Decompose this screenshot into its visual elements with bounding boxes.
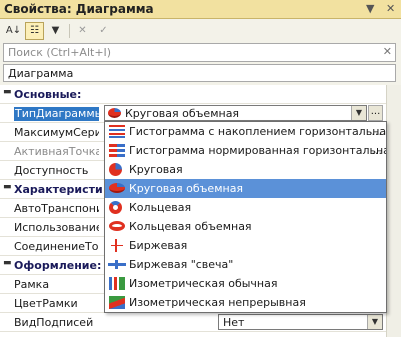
dropdown-item[interactable]: Изометрическая обычная: [105, 274, 386, 293]
ellipsis-button[interactable]: ...: [368, 105, 383, 121]
label-type-select[interactable]: Нет ▼: [218, 314, 383, 330]
group-categories-icon[interactable]: ☷: [25, 22, 44, 40]
property-label: ТипДиаграммы: [14, 107, 99, 121]
property-label: СоединениеТочек: [14, 240, 99, 253]
dropdown-item[interactable]: Круговая: [105, 160, 386, 179]
group-label: Характеристик: [14, 183, 102, 196]
doughnut-3d-chart-icon: [109, 221, 125, 231]
pie-chart-icon: [109, 163, 122, 176]
property-label: ВидПодписей: [14, 316, 94, 329]
clear-icon[interactable]: ✕: [73, 22, 92, 40]
stacked-bar-chart-icon: [109, 125, 125, 138]
apply-icon[interactable]: ✓: [94, 22, 113, 40]
dropdown-item-ellipsis: ...: [371, 144, 383, 157]
dropdown-item[interactable]: Изометрическая непрерывная: [105, 293, 386, 312]
chevron-down-icon[interactable]: ▼: [367, 315, 382, 329]
collapse-icon[interactable]: ▬: [3, 258, 12, 268]
chart-type-dropdown: Гистограмма с накоплением горизонтальная…: [104, 121, 387, 313]
dropdown-item-label: Кольцевая: [129, 201, 192, 214]
group-main[interactable]: ▬ Основные:: [0, 85, 401, 104]
dropdown-item[interactable]: Кольцевая: [105, 198, 386, 217]
dropdown-item[interactable]: Кольцевая объемная: [105, 217, 386, 236]
dropdown-item-selected[interactable]: Круговая объемная: [105, 179, 386, 198]
dropdown-item-label: Гистограмма нормированная горизонтальная…: [129, 144, 386, 157]
property-row-label-type[interactable]: ВидПодписей Нет ▼: [0, 313, 401, 332]
dropdown-item-label: Круговая объемная: [129, 182, 244, 195]
dropdown-item-label: Гистограмма с накоплением горизонтальная…: [129, 125, 386, 138]
window-title: Свойства: Диаграмма: [4, 2, 154, 16]
dropdown-item-label: Круговая: [129, 163, 183, 176]
isometric-continuous-chart-icon: [109, 296, 125, 309]
normalized-bar-chart-icon: [109, 144, 125, 157]
dropdown-item[interactable]: Гистограмма нормированная горизонтальная…: [105, 141, 386, 160]
chart-type-select[interactable]: Круговая объемная ▼: [104, 105, 367, 121]
collapse-icon[interactable]: ▬: [3, 182, 12, 192]
chevron-down-icon[interactable]: ▼: [351, 106, 366, 120]
property-label: Рамка: [14, 278, 50, 291]
label-type-value: Нет: [223, 316, 245, 329]
title-bar: Свойства: Диаграмма ▼ ✕: [0, 0, 401, 19]
pie-3d-chart-icon: [108, 108, 121, 118]
property-label: АвтоТранспониро: [14, 202, 99, 215]
search-placeholder: Поиск (Ctrl+Alt+I): [8, 46, 112, 59]
object-selector-value: Диаграмма: [8, 67, 74, 80]
dropdown-item[interactable]: Биржевая: [105, 236, 386, 255]
property-label: АктивнаяТочка: [14, 145, 99, 158]
toolbar-separator: [69, 24, 70, 38]
stock-chart-icon: [111, 239, 123, 252]
dropdown-item-label: Изометрическая обычная: [129, 277, 278, 290]
toolbar: A↓ ☷ ▼ ✕ ✓: [0, 20, 401, 42]
group-label: Основные:: [14, 88, 82, 101]
property-label: Доступность: [14, 164, 89, 177]
dropdown-item-label: Биржевая: [129, 239, 188, 252]
dropdown-item-label: Биржевая "свеча": [129, 258, 234, 271]
filter-icon[interactable]: ▼: [46, 22, 65, 40]
chart-type-value: Круговая объемная: [125, 107, 240, 120]
property-label: МаксимумСерий: [14, 126, 99, 139]
search-input[interactable]: Поиск (Ctrl+Alt+I) ✕: [3, 43, 396, 62]
dropdown-item-ellipsis: ...: [371, 125, 383, 138]
search-clear-icon[interactable]: ✕: [383, 45, 392, 58]
pin-icon[interactable]: ▼: [366, 2, 374, 15]
dropdown-item[interactable]: Биржевая "свеча": [105, 255, 386, 274]
pie-3d-chart-icon: [109, 183, 125, 193]
dropdown-item-label: Изометрическая непрерывная: [129, 296, 306, 309]
vertical-scrollbar[interactable]: [386, 85, 401, 337]
object-selector[interactable]: Диаграмма: [3, 64, 396, 82]
property-label: ИспользованиеН: [14, 221, 99, 234]
dropdown-item-label: Кольцевая объемная: [129, 220, 252, 233]
collapse-icon[interactable]: ▬: [3, 87, 12, 97]
close-icon[interactable]: ✕: [386, 2, 395, 15]
dropdown-item[interactable]: Гистограмма с накоплением горизонтальная…: [105, 122, 386, 141]
property-label: ЦветРамки: [14, 297, 78, 310]
doughnut-chart-icon: [109, 201, 122, 214]
isometric-chart-icon: [109, 277, 125, 290]
sort-az-icon[interactable]: A↓: [4, 22, 23, 40]
candlestick-chart-icon: [108, 258, 126, 271]
